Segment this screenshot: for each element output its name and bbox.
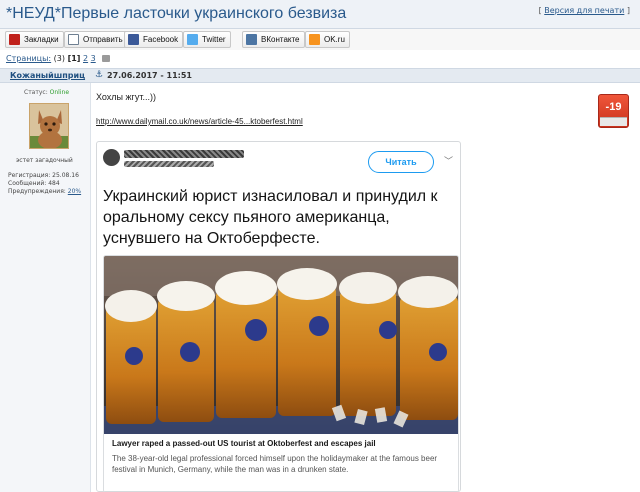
post-author-link[interactable]: Кожаныйшприц [10, 71, 85, 80]
topic-title-bar: *НЕУД*Первые ласточки украинского безвиз… [0, 0, 640, 29]
odnoklassniki-icon [309, 34, 320, 45]
post-rating-badge[interactable]: -19 [598, 94, 629, 128]
post-external-link[interactable]: http://www.dailymail.co.uk/news/article-… [96, 117, 303, 126]
user-stats: Регистрация: 25.08.16 Сообщений: 484 Пре… [8, 172, 81, 196]
share-button-label: Отправить [83, 35, 123, 44]
pages-menu-icon[interactable] [102, 55, 111, 62]
chevron-down-icon[interactable]: ﹀ [444, 154, 453, 167]
share-button-twitter[interactable]: Twitter [183, 31, 231, 48]
print-version: [ Версия для печати ] [538, 6, 630, 15]
share-button-bookmarks[interactable]: Закладки [5, 31, 64, 48]
share-button-facebook[interactable]: Facebook [124, 31, 184, 48]
status-value: Online [49, 89, 70, 96]
beer-mugs-photo [104, 256, 458, 434]
post-text: Хохлы жгут...)) [96, 92, 156, 102]
page-link-3[interactable]: 3 [91, 54, 96, 63]
warnings-value-link[interactable]: 20% [68, 188, 81, 195]
tweet-author-avatar[interactable] [103, 149, 120, 166]
print-version-link[interactable]: Версия для печати [544, 6, 624, 15]
message-count: Сообщений: 484 [8, 180, 60, 187]
twitter-icon [187, 34, 198, 45]
avatar[interactable] [29, 103, 69, 149]
user-status: Статус: Online [24, 89, 69, 96]
status-label: Статус: [24, 89, 48, 96]
preview-headline: Lawyer raped a passed-out US tourist at … [112, 439, 376, 448]
vk-icon [246, 34, 257, 45]
preview-description: The 38-year-old legal professional force… [112, 454, 438, 474]
tweet-author-handle-redacted [124, 161, 214, 167]
current-page: [1] [67, 54, 81, 63]
mail-icon [68, 34, 79, 45]
post-rating-value: -19 [605, 101, 622, 113]
share-button-label: Twitter [202, 35, 226, 44]
share-button-label: OK.ru [324, 35, 345, 44]
share-button-label: Facebook [143, 35, 179, 44]
share-button-vk[interactable]: ВКонтакте [242, 31, 305, 48]
topic-title: *НЕУД*Первые ласточки украинского безвиз… [6, 5, 347, 22]
share-button-ok[interactable]: OK.ru [305, 31, 350, 48]
registration-date: Регистрация: 25.08.16 [8, 172, 79, 179]
tweet-author-name-redacted [124, 150, 244, 158]
user-info-panel: Статус: Online эстет загадочный Регистра… [0, 83, 91, 492]
tweet-text: Украинский юрист изнасиловал и принудил … [103, 188, 438, 247]
user-title: эстет загадочный [16, 157, 73, 164]
share-button-label: ВКонтакте [261, 35, 300, 44]
bookmark-icon [9, 34, 20, 45]
share-toolbar: Закладки Отправить Facebook Twitter ВКон… [0, 29, 640, 50]
post-date-header: ⚓ 27.06.2017 - 11:51 [91, 68, 640, 83]
share-button-label: Закладки [24, 35, 59, 44]
link-preview-card[interactable]: Lawyer raped a passed-out US tourist at … [103, 255, 459, 492]
embedded-tweet: Читать ﹀ Украинский юрист изнасиловал и … [96, 141, 461, 492]
rating-vote-bar[interactable] [600, 117, 627, 126]
post-author-header: Кожаныйшприц [0, 68, 91, 83]
warnings: Предупреждения: 20% [8, 188, 81, 196]
share-button-email[interactable]: Отправить [64, 31, 128, 48]
facebook-icon [128, 34, 139, 45]
post-date: 27.06.2017 - 11:51 [107, 71, 192, 80]
pagination: Страницы: (3) [1] 2 3 [6, 54, 111, 63]
page-link-2[interactable]: 2 [83, 54, 88, 63]
pages-label[interactable]: Страницы: [6, 54, 51, 63]
post-body: Хохлы жгут...)) http://www.dailymail.co.… [91, 83, 640, 492]
post-anchor-icon[interactable]: ⚓ [95, 70, 103, 80]
page-count: (3) [53, 54, 66, 63]
follow-button[interactable]: Читать [368, 151, 434, 173]
warnings-label: Предупреждения: [8, 188, 66, 195]
